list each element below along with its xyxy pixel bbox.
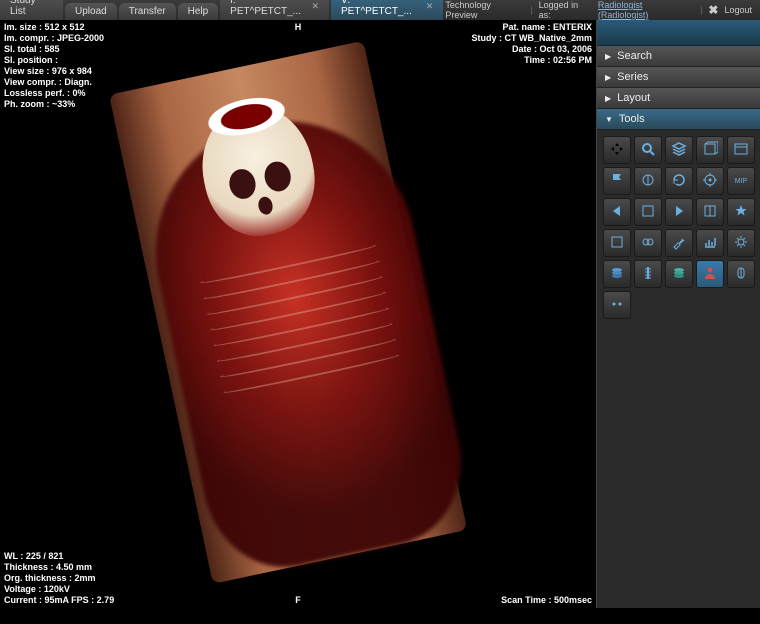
chevron-right-icon: ▶ (605, 73, 611, 82)
tool-zoom[interactable] (634, 136, 662, 164)
tool-grid-3d[interactable] (696, 136, 724, 164)
film-icon (640, 203, 656, 222)
tab-transfer[interactable]: Transfer (119, 3, 176, 20)
tab-v-pet-petct-[interactable]: V: PET^PETCT_...✕ (331, 0, 443, 20)
top-right-status: Technology Preview | Logged in as: Radio… (445, 0, 760, 20)
svg-text:MIP: MIP (735, 178, 748, 185)
viewport[interactable]: H F Im. size : 512 x 512Im. compr. : JPE… (0, 20, 596, 608)
user-link[interactable]: Radiologist (Radiologist) (598, 0, 694, 20)
mip-icon: MIP (733, 172, 749, 191)
tool-play-left[interactable] (603, 198, 631, 226)
tab-study-list[interactable]: Study List (0, 0, 63, 20)
logout-icon[interactable]: ✖ (708, 3, 718, 17)
tool-window[interactable] (727, 136, 755, 164)
logout-link[interactable]: Logout (724, 5, 752, 15)
tab-upload[interactable]: Upload (65, 3, 117, 20)
blank-icon (609, 234, 625, 253)
tool-play-right[interactable] (665, 198, 693, 226)
tool-wrench[interactable] (665, 229, 693, 257)
chevron-right-icon: ▶ (605, 94, 611, 103)
tool-spine[interactable] (634, 260, 662, 288)
tool-stack-teal[interactable] (665, 260, 693, 288)
tab-help[interactable]: Help (178, 3, 219, 20)
dots-icon (609, 296, 625, 315)
rotate-icon (671, 172, 687, 191)
tool-mip[interactable]: MIP (727, 167, 755, 195)
eye-split-icon (640, 172, 656, 191)
spine-icon (640, 265, 656, 284)
tool-dots[interactable] (603, 291, 631, 319)
tool-book[interactable] (696, 198, 724, 226)
tool-rotate[interactable] (665, 167, 693, 195)
brain-icon (733, 265, 749, 284)
tool-gear2[interactable] (727, 229, 755, 257)
tool-nav-arrows[interactable] (603, 136, 631, 164)
chevron-down-icon: ▼ (605, 115, 613, 124)
brand-banner (597, 20, 760, 46)
overlay-top-left: Im. size : 512 x 512Im. compr. : JPEG-20… (4, 22, 104, 110)
person-red-icon (702, 265, 718, 284)
target-icon (702, 172, 718, 191)
overlay-bottom-right: Scan Time : 500msec (501, 595, 592, 606)
chevron-right-icon: ▶ (605, 52, 611, 61)
stack-blue-icon (609, 265, 625, 284)
sidebar: ▶Search▶Series▶Layout▼Tools MIP (596, 20, 760, 608)
close-icon[interactable]: ✕ (426, 1, 434, 12)
gear2-icon (733, 234, 749, 253)
window-icon (733, 141, 749, 160)
stack-teal-icon (671, 265, 687, 284)
tech-preview-label: Technology Preview (445, 0, 524, 20)
top-bar: Study ListUploadTransferHelpI: PET^PETCT… (0, 0, 760, 20)
logged-in-label: Logged in as: (539, 0, 592, 20)
tool-eye-split[interactable] (634, 167, 662, 195)
nav-arrows-icon (609, 141, 625, 160)
layers-icon (671, 141, 687, 160)
tool-flag[interactable] (603, 167, 631, 195)
chart-icon (702, 234, 718, 253)
wrench-icon (671, 234, 687, 253)
tool-chart[interactable] (696, 229, 724, 257)
tool-circles[interactable] (634, 229, 662, 257)
accordion-tools[interactable]: ▼Tools (597, 109, 760, 130)
overlay-top-right: Pat. name : ENTERIXStudy : CT WB_Native_… (471, 22, 592, 66)
tool-film[interactable] (634, 198, 662, 226)
flag-icon (609, 172, 625, 191)
tab-i-pet-petct-[interactable]: I: PET^PETCT_...✕ (220, 0, 329, 20)
accordion-layout[interactable]: ▶Layout (597, 88, 760, 109)
accordion-series[interactable]: ▶Series (597, 67, 760, 88)
star-icon (733, 203, 749, 222)
play-right-icon (671, 203, 687, 222)
orientation-bottom: F (295, 595, 301, 606)
tool-target[interactable] (696, 167, 724, 195)
overlay-bottom-left: WL : 225 / 821Thickness : 4.50 mmOrg. th… (4, 551, 114, 606)
tool-person-red[interactable] (696, 260, 724, 288)
play-left-icon (609, 203, 625, 222)
tool-star[interactable] (727, 198, 755, 226)
tool-brain[interactable] (727, 260, 755, 288)
accordion-search[interactable]: ▶Search (597, 46, 760, 67)
circles-icon (640, 234, 656, 253)
tab-strip: Study ListUploadTransferHelpI: PET^PETCT… (0, 0, 445, 20)
book-icon (702, 203, 718, 222)
tool-layers[interactable] (665, 136, 693, 164)
tools-grid: MIP (597, 130, 760, 325)
close-icon[interactable]: ✕ (311, 1, 319, 12)
zoom-icon (640, 141, 656, 160)
orientation-top: H (295, 22, 302, 33)
tool-stack-blue[interactable] (603, 260, 631, 288)
grid-3d-icon (702, 141, 718, 160)
tool-blank[interactable] (603, 229, 631, 257)
